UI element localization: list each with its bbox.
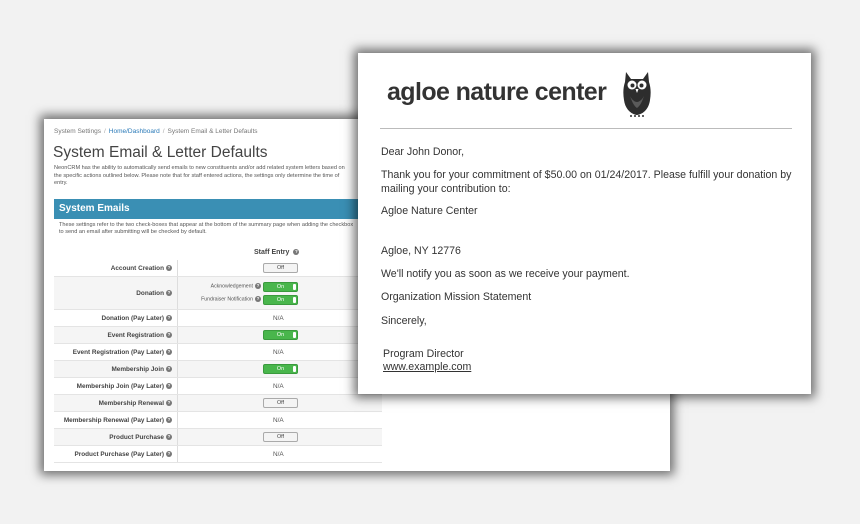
row-label-text: Donation: [136, 289, 164, 297]
breadcrumb-separator: /: [162, 128, 165, 135]
sub-setting-label-text: Fundraiser Notification: [201, 296, 253, 303]
row-label-text: Donation (Pay Later): [101, 314, 165, 322]
row-value: On: [178, 361, 382, 377]
info-icon[interactable]: ?: [166, 451, 172, 457]
email-toggle[interactable]: On: [263, 281, 298, 292]
info-icon[interactable]: ?: [166, 265, 172, 271]
email-toggle[interactable]: Off: [263, 432, 298, 442]
info-icon[interactable]: ?: [166, 434, 172, 440]
table-row: Event Registration (Pay Later)? N/A: [54, 344, 382, 361]
row-label: Donation (Pay Later)?: [54, 310, 178, 326]
breadcrumb-item-system-settings[interactable]: System Settings: [54, 128, 101, 135]
info-icon[interactable]: ?: [166, 315, 172, 321]
row-label: Event Registration?: [54, 327, 178, 343]
letter-preview: agloe nature center Dear John Donor, Tha…: [358, 53, 811, 394]
info-icon[interactable]: ?: [255, 296, 261, 303]
row-label-text: Event Registration: [107, 331, 164, 339]
row-value: N/A: [178, 378, 382, 394]
row-label-text: Membership Join (Pay Later): [76, 382, 164, 390]
row-label-text: Membership Join: [111, 365, 164, 373]
row-label: Event Registration (Pay Later)?: [54, 344, 178, 360]
row-label-text: Account Creation: [110, 264, 164, 272]
email-toggle[interactable]: Off: [263, 398, 298, 408]
table-row: Donation? Acknowledgement? On Fundraiser No…: [54, 277, 382, 310]
info-icon[interactable]: ?: [166, 417, 172, 423]
logo-text: agloe nature center: [387, 78, 607, 106]
intro-text: NeonCRM has the ability to automatically…: [54, 165, 345, 187]
letter-divider: [380, 128, 792, 129]
breadcrumb: System Settings / Home/Dashboard / System Em…: [54, 128, 258, 135]
letter-body: Thank you for your commitment of $50.00 …: [381, 169, 792, 195]
letter-signature: Program Director: [383, 348, 464, 360]
info-icon[interactable]: ?: [293, 249, 300, 256]
row-label: Donation?: [54, 277, 178, 309]
email-toggle[interactable]: On: [263, 330, 298, 340]
table-row: Membership Join? On: [54, 361, 382, 378]
table-row: Event Registration? On: [54, 327, 382, 344]
row-value: Off: [178, 260, 382, 276]
section-header-system-emails: System Emails: [54, 199, 360, 219]
row-label-text: Membership Renewal (Pay Later): [63, 416, 164, 424]
row-label: Product Purchase (Pay Later)?: [54, 446, 178, 462]
info-icon[interactable]: ?: [166, 383, 172, 389]
row-value: N/A: [178, 446, 382, 462]
letter-closing: Sincerely,: [381, 315, 427, 327]
email-toggle[interactable]: On: [263, 294, 298, 305]
row-label: Membership Join?: [54, 361, 178, 377]
letter-city-line: Agloe, NY 12776: [381, 245, 461, 257]
table-row: Product Purchase? Off: [54, 429, 382, 446]
row-label: Membership Renewal?: [54, 395, 178, 411]
info-icon[interactable]: ?: [166, 332, 172, 338]
info-icon[interactable]: ?: [255, 283, 261, 290]
row-label-text: Product Purchase (Pay Later): [74, 450, 165, 458]
owl-icon: [623, 72, 651, 117]
sub-setting-label-text: Acknowledgement: [210, 283, 253, 290]
letter-notify: We'll notify you as soon as we receive y…: [381, 268, 630, 280]
table-row: Membership Renewal (Pay Later)? N/A: [54, 412, 382, 429]
table-row: Account Creation? Off: [54, 260, 382, 277]
row-label: Account Creation?: [54, 260, 178, 276]
row-label-text: Event Registration (Pay Later): [72, 348, 164, 356]
email-toggle[interactable]: Off: [263, 263, 298, 273]
row-value: On: [178, 327, 382, 343]
settings-table: Account Creation? Off Donation? Acknowledge…: [54, 260, 382, 463]
row-value: N/A: [178, 310, 382, 326]
breadcrumb-item-current: System Email & Letter Defaults: [167, 128, 258, 135]
letter-org-name: Agloe Nature Center: [381, 205, 478, 217]
section-note: These settings refer to the two check-bo…: [59, 222, 354, 235]
column-header-staff-entry: Staff Entry ?: [254, 249, 300, 256]
row-label-text: Membership Renewal: [98, 399, 164, 407]
table-row: Donation (Pay Later)? N/A: [54, 310, 382, 327]
info-icon[interactable]: ?: [166, 400, 172, 406]
row-label: Product Purchase?: [54, 429, 178, 445]
row-label: Membership Join (Pay Later)?: [54, 378, 178, 394]
table-row: Product Purchase (Pay Later)? N/A: [54, 446, 382, 463]
info-icon[interactable]: ?: [166, 290, 172, 296]
row-value: Acknowledgement? On Fundraiser Notificatio…: [178, 277, 382, 309]
breadcrumb-separator: /: [103, 128, 106, 135]
sub-setting-label: Acknowledgement?: [201, 283, 261, 290]
letter-greeting: Dear John Donor,: [381, 146, 465, 158]
row-value: N/A: [178, 412, 382, 428]
email-toggle[interactable]: On: [263, 364, 298, 374]
sub-setting-label: Fundraiser Notification?: [201, 296, 261, 303]
table-row: Membership Join (Pay Later)? N/A: [54, 378, 382, 395]
letter-mission: Organization Mission Statement: [381, 291, 532, 303]
table-row: Membership Renewal? Off: [54, 395, 382, 412]
letter-website-link[interactable]: www.example.com: [383, 361, 471, 375]
row-value: N/A: [178, 344, 382, 360]
column-header-label: Staff Entry: [254, 249, 290, 256]
info-icon[interactable]: ?: [166, 366, 172, 372]
not-applicable-text: N/A: [273, 416, 284, 424]
not-applicable-text: N/A: [273, 450, 284, 458]
row-label-text: Product Purchase: [109, 433, 164, 441]
row-label: Membership Renewal (Pay Later)?: [54, 412, 178, 428]
page-title: System Email & Letter Defaults: [53, 144, 268, 161]
breadcrumb-item-home[interactable]: Home/Dashboard: [109, 128, 160, 135]
info-icon[interactable]: ?: [166, 349, 172, 355]
row-value: Off: [178, 395, 382, 411]
row-value: Off: [178, 429, 382, 445]
